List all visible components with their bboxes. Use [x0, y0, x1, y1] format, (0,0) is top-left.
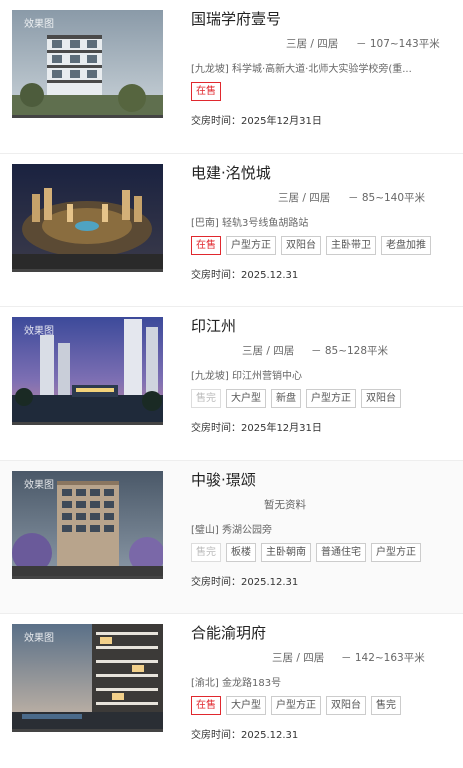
watermark-label: 效果图 — [24, 633, 54, 644]
feature-tag: 大户型 — [226, 389, 266, 408]
feature-tag: 新盘 — [271, 389, 301, 408]
status-tag: 在售 — [191, 235, 221, 255]
listing-item[interactable]: 效果图 中骏·璟颂 暂无资料 [璧山] 秀湖公园旁 售完 板楼 主卧朝南 普通住… — [0, 460, 463, 614]
delivery-date: 2025.12.31 — [241, 269, 299, 281]
delivery-info: 交房时间：2025年12月31日 — [191, 112, 322, 127]
address: [巴南] 轻轨3号线鱼胡路站 — [191, 217, 309, 229]
listing-title[interactable]: 合能渝玥府 — [191, 622, 266, 643]
feature-tag: 双阳台 — [361, 389, 401, 408]
delivery-info: 交房时间：2025年12月31日 — [191, 419, 322, 434]
listing-thumbnail[interactable]: 效果图 — [12, 470, 163, 579]
delivery-label: 交房时间： — [191, 423, 241, 434]
tag-list: 售完 大户型 新盘 户型方正 双阳台 — [191, 389, 401, 408]
listing-item[interactable]: 效果图 国瑞学府壹号 三居 / 四居 － 107~143平米 [九龙坡] 科学城… — [0, 0, 463, 154]
tag-list: 在售 户型方正 双阳台 主卧带卫 老盘加推 — [191, 235, 431, 255]
listing-title[interactable]: 印江州 — [191, 315, 236, 336]
area-info: － 142~163平米 — [341, 652, 425, 664]
delivery-info: 交房时间：2025.12.31 — [191, 266, 298, 281]
delivery-info: 交房时间：2025.12.31 — [191, 573, 298, 588]
feature-tag: 双阳台 — [281, 235, 321, 255]
layout-info: 三居 / 四居 — [278, 191, 331, 204]
status-tag: 在售 — [191, 82, 221, 101]
address: [九龙坡] 科学城·高新大道·北师大实验学校旁(重... — [191, 64, 412, 75]
delivery-date: 2025.12.31 — [241, 730, 299, 741]
area-info: － 107~143平米 — [356, 38, 440, 50]
feature-tag: 双阳台 — [326, 696, 366, 715]
layout-info: 三居 / 四居 — [286, 38, 339, 50]
feature-tag: 主卧带卫 — [326, 235, 376, 255]
listing-item[interactable]: 效果图 印江州 三居 / 四居 － 85~128平米 [九龙坡] 印江州营销中心… — [0, 307, 463, 461]
layout-info: 三居 / 四居 — [272, 652, 325, 664]
watermark-label: 效果图 — [24, 326, 54, 337]
watermark-label: 效果图 — [24, 479, 54, 491]
address: [九龙坡] 印江州营销中心 — [191, 371, 302, 382]
watermark-label: 效果图 — [24, 19, 54, 30]
delivery-date: 2025.12.31 — [241, 576, 299, 588]
listing-title[interactable]: 国瑞学府壹号 — [191, 8, 281, 29]
area-info: － 85~140平米 — [348, 191, 426, 204]
listing-title[interactable]: 中骏·璟颂 — [191, 469, 256, 490]
status-tag: 售完 — [191, 389, 221, 408]
listing-thumbnail[interactable]: 效果图 — [12, 10, 163, 118]
feature-tag: 售完 — [371, 696, 401, 715]
address: [渝北] 金龙路183号 — [191, 678, 282, 689]
listing-thumbnail[interactable]: 效果图 — [12, 317, 163, 425]
feature-tag: 户型方正 — [306, 389, 356, 408]
feature-tag: 主卧朝南 — [261, 542, 311, 562]
listing-item[interactable]: 电建·洺悦城 三居 / 四居 － 85~140平米 [巴南] 轻轨3号线鱼胡路站… — [0, 154, 463, 307]
listing-title[interactable]: 电建·洺悦城 — [191, 162, 271, 183]
address: [璧山] 秀湖公园旁 — [191, 524, 272, 536]
delivery-date: 2025年12月31日 — [241, 423, 322, 434]
area-info: － 85~128平米 — [311, 345, 389, 357]
delivery-label: 交房时间： — [191, 576, 241, 588]
delivery-date: 2025年12月31日 — [241, 116, 322, 127]
delivery-label: 交房时间： — [191, 269, 241, 281]
feature-tag: 大户型 — [226, 696, 266, 715]
tag-list: 售完 板楼 主卧朝南 普通住宅 户型方正 — [191, 542, 421, 562]
building-render-image — [12, 163, 163, 269]
status-tag: 售完 — [191, 542, 221, 562]
feature-tag: 板楼 — [226, 542, 256, 562]
delivery-info: 交房时间：2025.12.31 — [191, 726, 298, 741]
status-tag: 在售 — [191, 696, 221, 715]
area-info: 暂无资料 — [264, 498, 306, 511]
feature-tag: 户型方正 — [371, 542, 421, 562]
listing-list: 效果图 国瑞学府壹号 三居 / 四居 － 107~143平米 [九龙坡] 科学城… — [0, 0, 463, 768]
delivery-label: 交房时间： — [191, 116, 241, 127]
listing-thumbnail[interactable] — [12, 163, 163, 272]
listing-thumbnail[interactable]: 效果图 — [12, 624, 163, 732]
feature-tag: 户型方正 — [271, 696, 321, 715]
feature-tag: 普通住宅 — [316, 542, 366, 562]
feature-tag: 老盘加推 — [381, 235, 431, 255]
delivery-label: 交房时间： — [191, 730, 241, 741]
tag-list: 在售 大户型 户型方正 双阳台 售完 — [191, 696, 401, 715]
feature-tag: 户型方正 — [226, 235, 276, 255]
layout-info: 三居 / 四居 — [242, 345, 295, 357]
tag-list: 在售 — [191, 82, 221, 101]
listing-item[interactable]: 效果图 合能渝玥府 三居 / 四居 － 142~163平米 [渝北] 金龙路18… — [0, 614, 463, 768]
